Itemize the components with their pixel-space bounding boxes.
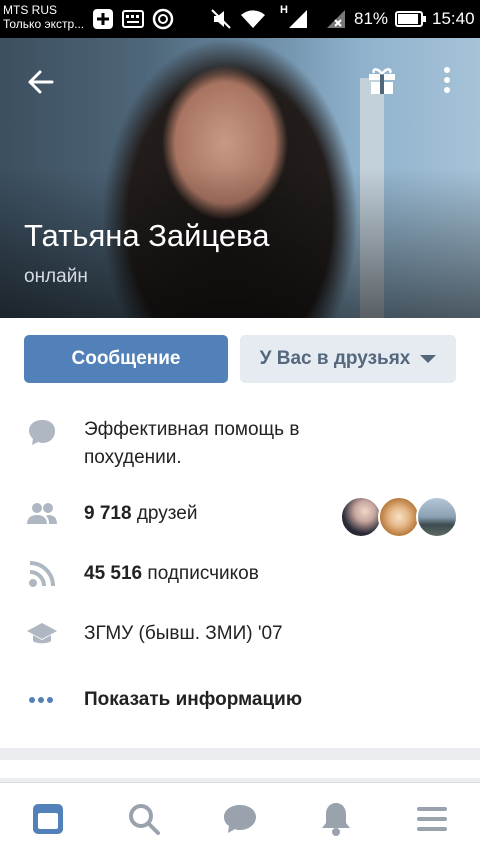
friends-label: друзей [136,503,198,524]
bottom-navigation [0,782,480,855]
notifications-icon[interactable] [316,799,356,839]
profile-name: Татьяна Зайцева [24,218,270,253]
carrier-name: MTS RUS [3,3,57,17]
friends-count-text: 9 718 друзей [84,500,197,528]
profile-header: Татьяна Зайцева онлайн [0,38,480,318]
followers-label: подписчиков [147,563,259,584]
avatar[interactable] [340,496,382,538]
next-section-edge [0,760,480,778]
mute-icon [211,9,231,29]
carrier-info: MTS RUS Только экстр... [3,3,84,31]
profile-card: Сообщение У Вас в друзьях Эффективная по… [0,318,480,748]
battery-percent: 81% [354,9,389,28]
education-text: ЗГМУ (бывш. ЗМИ) '07 [84,623,283,644]
gift-icon[interactable] [362,60,402,100]
message-button[interactable]: Сообщение [24,335,228,383]
clock: 15:40 [432,9,475,28]
carrier-subtext: Только экстр... [3,17,85,31]
battery-icon [395,11,426,27]
friends-status-label: У Вас в друзьях [259,348,411,369]
friends-count: 9 718 [84,503,132,524]
show-info-link[interactable]: Показать информацию [84,686,302,714]
status-bar: MTS RUS Только экстр... H 81% 15:40 [0,0,480,38]
avatar[interactable] [378,496,420,538]
rss-icon [29,561,55,587]
news-icon[interactable] [28,799,68,839]
more-vertical-icon[interactable] [432,60,462,100]
avatar[interactable] [416,496,458,538]
profile-description: Эффективная помощь в похудении. [84,419,300,468]
back-arrow-icon[interactable] [18,62,66,102]
speech-bubble-icon [29,420,55,445]
menu-icon[interactable] [412,799,452,839]
chrome-icon [152,8,174,30]
keyboard-icon [122,10,144,28]
messages-icon[interactable] [220,799,260,839]
followers-count: 45 516 [84,563,143,584]
followers-count-text: 45 516 подписчиков [84,560,259,588]
signal-icon [289,10,307,28]
friends-status-button[interactable]: У Вас в друзьях [240,335,456,383]
people-icon [27,503,57,524]
friends-avatars[interactable] [340,496,460,540]
graduation-cap-icon [27,623,57,644]
chevron-down-icon [420,354,437,363]
dots-icon [29,697,53,703]
wifi-icon [241,10,265,28]
network-type-label: H [280,4,288,16]
add-notification-icon [93,9,113,29]
signal-no-sim-icon [327,10,345,28]
online-status: онлайн [24,266,88,287]
search-icon[interactable] [124,799,164,839]
